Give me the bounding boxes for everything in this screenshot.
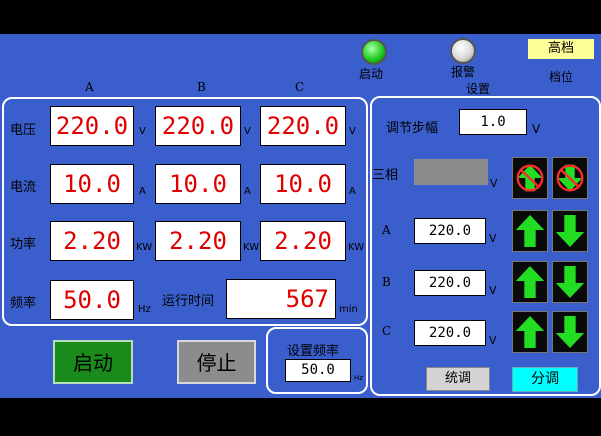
settings-title: 设置 <box>466 82 491 96</box>
alarm-indicator-lamp <box>450 38 476 64</box>
step-input[interactable]: 1.0 <box>459 109 527 135</box>
voltage-label: 电压 <box>10 123 37 138</box>
phase-b-up-button[interactable] <box>512 261 548 303</box>
step-label: 调节步幅 <box>386 121 439 136</box>
arrow-up-icon <box>515 315 545 349</box>
phase-b-label: B <box>382 275 391 289</box>
voltage-b-unit: V <box>244 126 251 137</box>
phase-c-up-button[interactable] <box>512 311 548 353</box>
phase-a-unit: V <box>489 232 497 245</box>
split-adjust-button[interactable]: 分调 <box>512 367 578 392</box>
frequency-setting-input[interactable]: 50.0 <box>285 359 351 382</box>
runtime-unit: min <box>339 304 358 315</box>
frequency-unit: Hz <box>138 304 151 315</box>
phase-header-a: A <box>85 80 94 94</box>
phase-a-input[interactable]: 220.0 <box>414 218 486 244</box>
arrow-down-icon <box>555 265 585 299</box>
power-a-value: 2.20 <box>50 221 134 261</box>
arrow-up-disabled-icon <box>516 164 544 192</box>
phase-header-b: B <box>197 80 206 94</box>
voltage-a-unit: V <box>139 126 146 137</box>
power-label: 功率 <box>10 237 37 252</box>
alarm-indicator-label: 报警 <box>451 65 476 79</box>
arrow-down-icon <box>555 315 585 349</box>
run-indicator-label: 启动 <box>359 67 384 81</box>
unified-adjust-button[interactable]: 统调 <box>426 367 490 391</box>
current-b-value: 10.0 <box>155 164 241 204</box>
phase-b-unit: V <box>489 284 497 297</box>
power-a-unit: KW <box>136 242 153 253</box>
hmi-screen: 启动 报警 高档 档位 设置 A B C 电压 220.0 V 220.0 V … <box>0 34 601 398</box>
frequency-label: 频率 <box>10 296 37 311</box>
phase-a-down-button[interactable] <box>552 210 588 252</box>
run-indicator-lamp <box>361 39 387 65</box>
stop-button[interactable]: 停止 <box>177 340 256 384</box>
current-c-value: 10.0 <box>260 164 346 204</box>
phase-a-up-button[interactable] <box>512 210 548 252</box>
power-b-value: 2.20 <box>155 221 241 261</box>
frequency-value: 50.0 <box>50 280 134 320</box>
three-phase-label: 三相 <box>372 168 399 183</box>
phase-c-down-button[interactable] <box>552 311 588 353</box>
phase-header-c: C <box>295 80 305 94</box>
voltage-b-value: 220.0 <box>155 106 241 146</box>
phase-c-unit: V <box>489 334 497 347</box>
runtime-label: 运行时间 <box>162 294 215 309</box>
power-c-value: 2.20 <box>260 221 346 261</box>
start-button[interactable]: 启动 <box>53 340 133 384</box>
current-a-unit: A <box>139 186 146 197</box>
current-label: 电流 <box>10 180 37 195</box>
phase-c-input[interactable]: 220.0 <box>414 320 486 346</box>
current-c-unit: A <box>349 186 356 197</box>
phase-b-input[interactable]: 220.0 <box>414 270 486 296</box>
runtime-value: 567 <box>226 279 336 319</box>
current-b-unit: A <box>244 186 251 197</box>
voltage-c-unit: V <box>349 126 356 137</box>
frequency-setting-unit: Hz <box>354 374 363 382</box>
three-phase-unit: V <box>490 177 498 190</box>
frequency-setting-label: 设置频率 <box>287 344 340 359</box>
phase-b-down-button[interactable] <box>552 261 588 303</box>
arrow-down-disabled-icon <box>556 164 584 192</box>
step-unit: V <box>532 122 541 136</box>
three-phase-input[interactable] <box>414 159 488 185</box>
voltage-c-value: 220.0 <box>260 106 346 146</box>
arrow-down-icon <box>555 214 585 248</box>
arrow-up-icon <box>515 265 545 299</box>
voltage-a-value: 220.0 <box>50 106 134 146</box>
power-c-unit: KW <box>348 242 365 253</box>
current-a-value: 10.0 <box>50 164 134 204</box>
three-phase-up-button[interactable] <box>512 157 548 199</box>
arrow-up-icon <box>515 214 545 248</box>
phase-c-label: C <box>382 324 392 338</box>
gear-display: 高档 <box>528 39 594 59</box>
phase-a-label: A <box>382 223 391 237</box>
three-phase-down-button[interactable] <box>552 157 588 199</box>
power-b-unit: KW <box>243 242 260 253</box>
gear-label: 档位 <box>549 70 574 84</box>
